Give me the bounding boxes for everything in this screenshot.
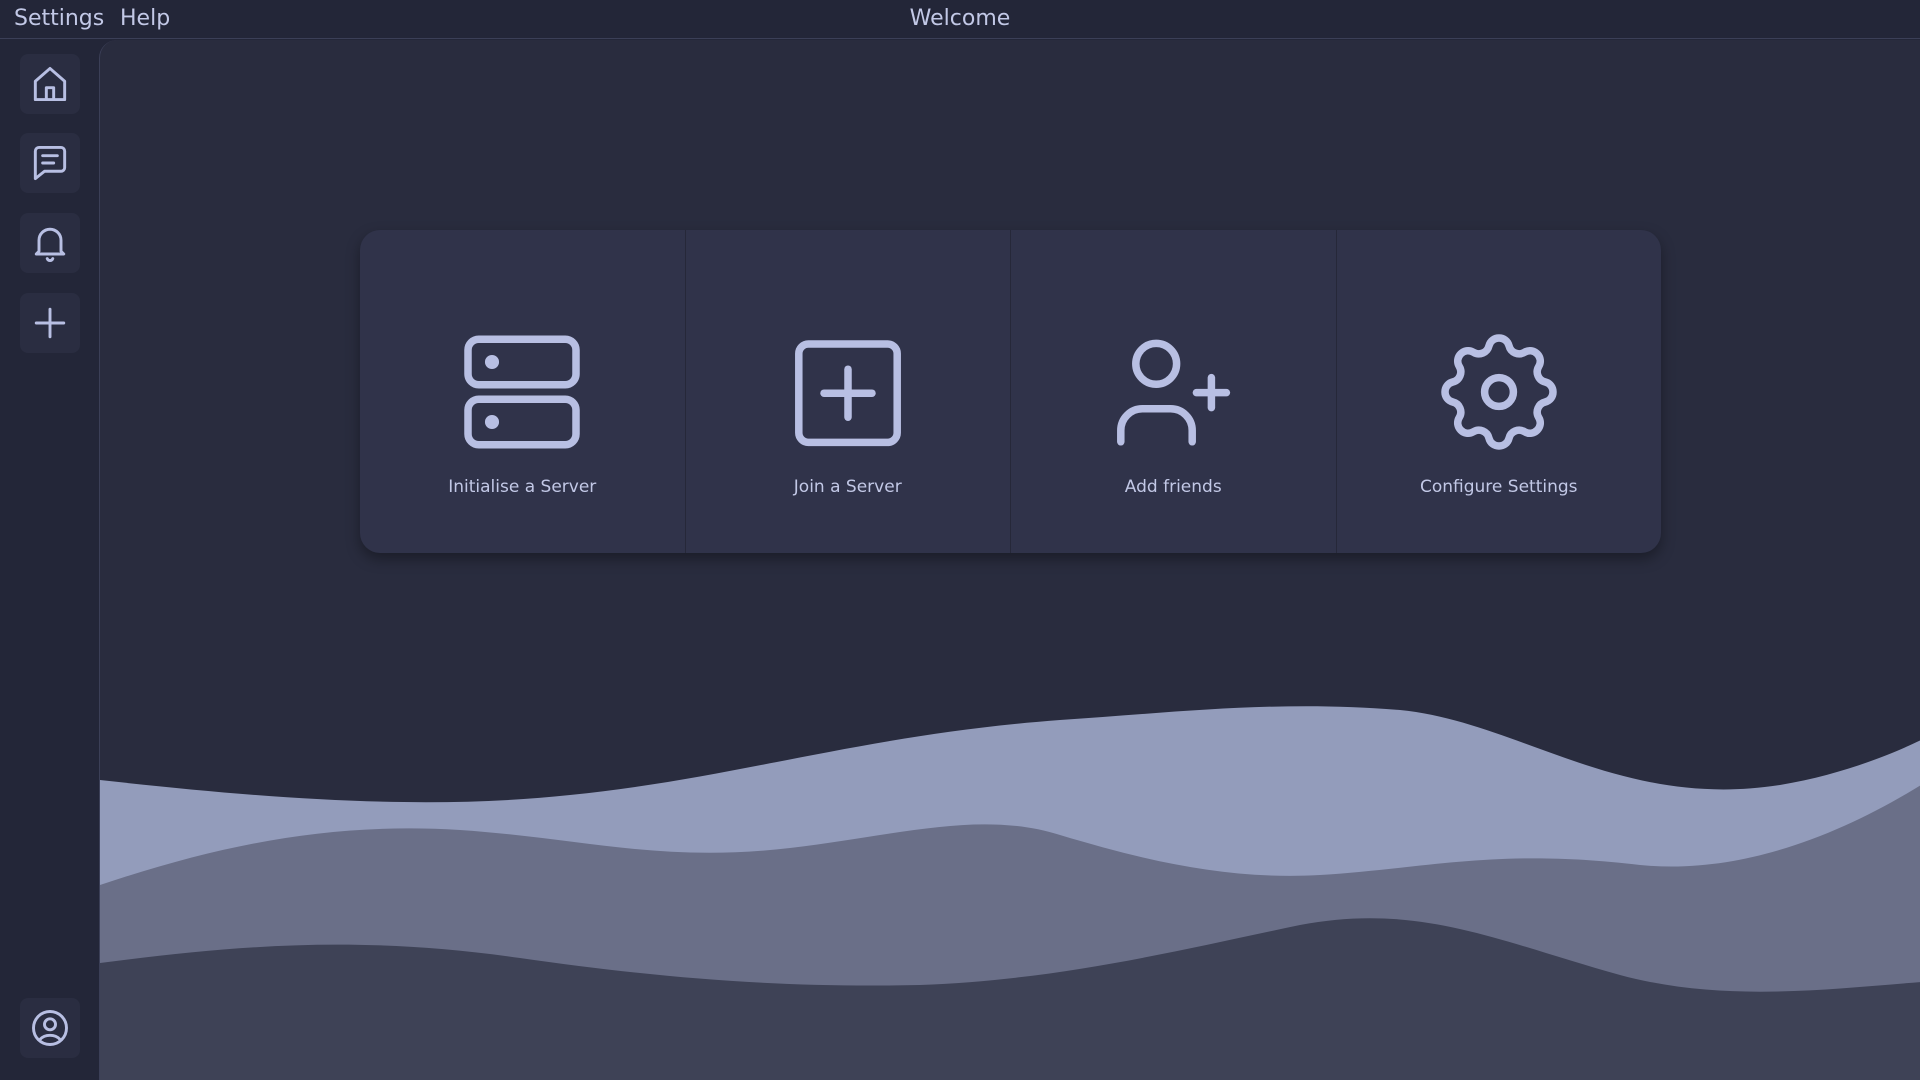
background-waves: [100, 706, 1920, 1080]
menu-bar: Settings Help Welcome: [0, 0, 1920, 39]
add-friends-label: Add friends: [1124, 477, 1222, 497]
initialise-server-card[interactable]: Initialise a Server: [360, 230, 686, 553]
square-plus-icon: [794, 340, 901, 447]
chat-icon: [33, 145, 67, 181]
sidebar-account-button[interactable]: [20, 998, 80, 1058]
window-title: Welcome: [909, 6, 1011, 31]
user-circle-icon: [32, 1010, 68, 1046]
configure-settings-card[interactable]: Configure Settings: [1337, 230, 1662, 553]
plus-icon: [34, 307, 66, 339]
configure-settings-label: Configure Settings: [1419, 477, 1578, 497]
menu-help[interactable]: Help: [120, 6, 170, 31]
server-icon: [464, 335, 580, 449]
sidebar-chat-button[interactable]: [20, 133, 80, 193]
menu-settings[interactable]: Settings: [14, 6, 104, 31]
initialise-server-label: Initialise a Server: [448, 477, 597, 497]
sidebar-home-button[interactable]: [20, 54, 80, 114]
join-server-label: Join a Server: [793, 477, 902, 497]
main-content: Initialise a Server Join a Server Add fr…: [99, 40, 1920, 1080]
add-friends-card[interactable]: Add friends: [1011, 230, 1337, 553]
user-plus-icon: [1117, 339, 1231, 446]
gear-icon: [1441, 334, 1557, 450]
sidebar-notifications-button[interactable]: [20, 213, 80, 273]
sidebar: [0, 40, 99, 1080]
join-server-card[interactable]: Join a Server: [686, 230, 1011, 553]
home-icon: [33, 66, 67, 102]
bell-icon: [34, 227, 66, 262]
sidebar-add-button[interactable]: [20, 293, 80, 353]
quick-actions-panel: Initialise a Server Join a Server Add fr…: [360, 230, 1661, 553]
